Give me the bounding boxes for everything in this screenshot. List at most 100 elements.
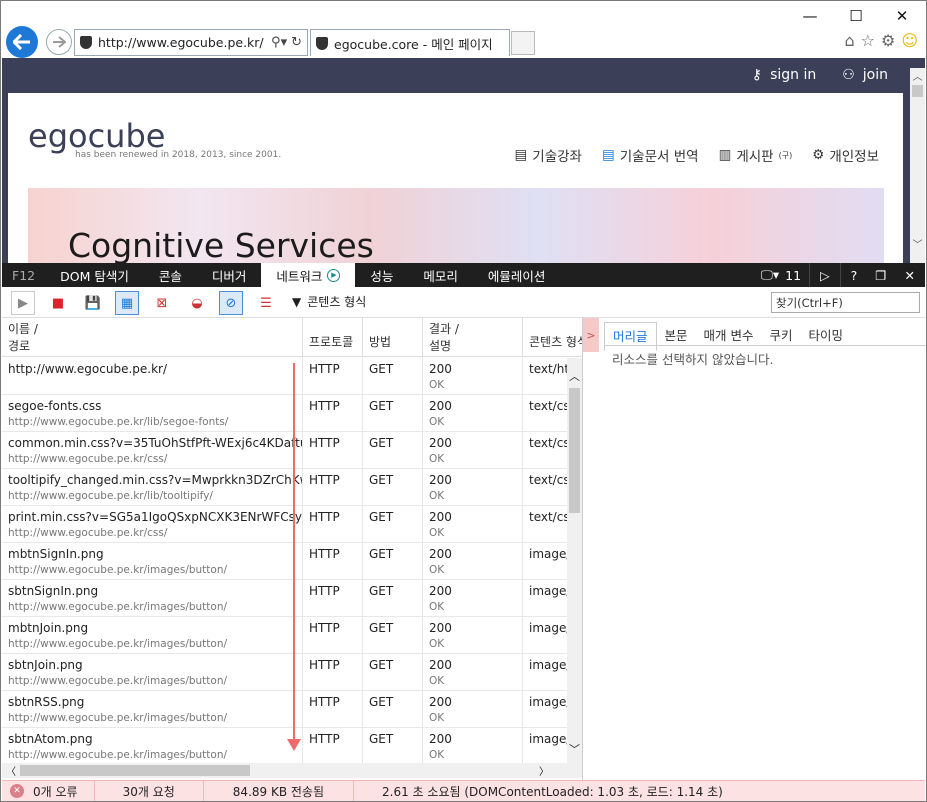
cell-result[interactable]: 200 OK xyxy=(423,654,523,691)
cell-protocol[interactable]: HTTP xyxy=(303,543,363,580)
cell-method[interactable]: GET xyxy=(363,728,423,763)
tab-timings[interactable]: 타이밍 xyxy=(801,322,852,351)
cell-method[interactable]: GET xyxy=(363,691,423,728)
tab-body[interactable]: 본문 xyxy=(657,322,696,351)
cell-result[interactable]: 200 OK xyxy=(423,358,523,395)
column-result[interactable]: 결과 / 설명 xyxy=(423,318,523,357)
console-toggle-button[interactable]: ▷ xyxy=(809,263,840,287)
smiley-feedback-icon[interactable]: ☺ xyxy=(901,31,918,50)
cell-protocol[interactable]: HTTP xyxy=(303,580,363,617)
table-row[interactable]: sbtnAtom.png http://www.egocube.pe.kr/ima… xyxy=(2,728,570,763)
join-link[interactable]: ⚇ join xyxy=(842,67,888,83)
cell-protocol[interactable]: HTTP xyxy=(303,469,363,506)
column-name[interactable]: 이름 / 경로 xyxy=(2,318,303,357)
cell-method[interactable]: GET xyxy=(363,469,423,506)
cell-protocol[interactable]: HTTP xyxy=(303,728,363,763)
cell-protocol[interactable]: HTTP xyxy=(303,358,363,395)
cell-name[interactable]: tooltipify_changed.min.css?v=Mwprkkn3DZr… xyxy=(2,469,303,506)
cell-result[interactable]: 200 OK xyxy=(423,617,523,654)
close-devtools-button[interactable]: ✕ xyxy=(895,263,925,287)
undock-button[interactable]: ❐ xyxy=(867,263,894,287)
target-selector[interactable]: 🖵▾ 11 xyxy=(753,263,809,287)
start-profiling-button[interactable]: ▶ xyxy=(11,291,35,315)
scroll-down-icon[interactable]: ﹀ xyxy=(910,236,925,251)
collapse-pane-button[interactable]: > xyxy=(583,318,599,352)
forward-button[interactable] xyxy=(46,29,72,55)
export-button[interactable]: 💾 xyxy=(81,291,105,315)
scroll-up-icon[interactable]: ︿ xyxy=(910,68,925,83)
back-button[interactable] xyxy=(6,26,38,58)
table-row[interactable]: segoe-fonts.css http://www.egocube.pe.kr/… xyxy=(2,395,576,432)
table-row[interactable]: mbtnJoin.png http://www.egocube.pe.kr/ima… xyxy=(2,617,570,654)
gear-icon[interactable]: ⚙ xyxy=(881,31,895,50)
always-refresh-button[interactable]: ▦ xyxy=(115,291,139,315)
cell-method[interactable]: GET xyxy=(363,617,423,654)
cell-name[interactable]: sbtnAtom.png http://www.egocube.pe.kr/ima… xyxy=(2,728,303,763)
cell-name[interactable]: print.min.css?v=SG5a1IgoQSxpNCXK3ENrWFCs… xyxy=(2,506,303,543)
tab-console[interactable]: 콘솔 xyxy=(144,263,197,287)
horizontal-scroll-thumb[interactable] xyxy=(20,765,250,776)
cell-result[interactable]: 200 OK xyxy=(423,543,523,580)
clear-entries-on-navigate-button[interactable]: ⊘ xyxy=(219,291,243,315)
cell-method[interactable]: GET xyxy=(363,654,423,691)
tab-network[interactable]: 네트워크 ▶ xyxy=(261,263,356,287)
tab-performance[interactable]: 성능 xyxy=(355,263,408,287)
tab-memory[interactable]: 메모리 xyxy=(408,263,473,287)
refresh-icon[interactable]: ↻ xyxy=(291,35,302,50)
cell-method[interactable]: GET xyxy=(363,543,423,580)
table-row[interactable]: mbtnSignIn.png http://www.egocube.pe.kr/i… xyxy=(2,543,570,580)
tab-parameters[interactable]: 매개 변수 xyxy=(696,322,762,351)
cell-method[interactable]: GET xyxy=(363,395,423,432)
help-button[interactable]: ? xyxy=(839,263,868,287)
cell-result[interactable]: 200 OK xyxy=(423,728,523,763)
table-row[interactable]: print.min.css?v=SG5a1IgoQSxpNCXK3ENrWFCs… xyxy=(2,506,576,543)
cell-protocol[interactable]: HTTP xyxy=(303,691,363,728)
page-scrollbar[interactable]: ︿ ﹀ xyxy=(910,68,925,263)
cell-result[interactable]: 200 OK xyxy=(423,432,523,469)
scroll-down-icon[interactable]: ﹀ xyxy=(567,741,582,757)
cell-result[interactable]: 200 OK xyxy=(423,395,523,432)
url-text[interactable]: http://www.egocube.pe.kr/ xyxy=(98,35,271,50)
cell-name[interactable]: common.min.css?v=35TuOhStfPft-WExj6c4KDa… xyxy=(2,432,303,469)
table-row[interactable]: tooltipify_changed.min.css?v=Mwprkkn3DZr… xyxy=(2,469,576,506)
clear-session-button[interactable]: ☰ xyxy=(254,291,278,315)
cell-name[interactable]: mbtnSignIn.png http://www.egocube.pe.kr/i… xyxy=(2,543,303,580)
clear-cookies-button[interactable]: ◒ xyxy=(185,291,209,315)
cell-protocol[interactable]: HTTP xyxy=(303,432,363,469)
table-row[interactable]: sbtnRSS.png http://www.egocube.pe.kr/imag… xyxy=(2,691,570,728)
cell-method[interactable]: GET xyxy=(363,580,423,617)
cell-name[interactable]: mbtnJoin.png http://www.egocube.pe.kr/ima… xyxy=(2,617,303,654)
scroll-right-icon[interactable]: 〉 xyxy=(539,763,549,778)
find-input[interactable]: 찾기(Ctrl+F) xyxy=(771,292,920,313)
column-method[interactable]: 방법 xyxy=(363,318,423,357)
table-row[interactable]: http://www.egocube.pe.kr/HTTP GET 200 OK tex… xyxy=(2,358,582,395)
nav-item-tutorials[interactable]: ▤ 기술강좌 xyxy=(515,145,582,165)
home-icon[interactable]: ⌂ xyxy=(844,31,854,50)
column-content-type[interactable]: 콘텐츠 형식 xyxy=(523,318,582,357)
cell-protocol[interactable]: HTTP xyxy=(303,654,363,691)
browser-tab[interactable]: egocube.core - 메인 페이지 xyxy=(310,29,510,56)
grid-horizontal-scrollbar[interactable]: 〈 〉 xyxy=(2,763,582,778)
clear-cache-button[interactable]: ⊠ xyxy=(150,291,174,315)
new-tab-button[interactable] xyxy=(511,31,535,55)
signin-link[interactable]: ⚷ sign in xyxy=(752,67,816,83)
cell-result[interactable]: 200 OK xyxy=(423,506,523,543)
tab-dom-explorer[interactable]: DOM 탐색기 xyxy=(45,263,144,287)
page-scroll-thumb[interactable] xyxy=(912,85,923,97)
cell-name[interactable]: sbtnRSS.png http://www.egocube.pe.kr/imag… xyxy=(2,691,303,728)
cell-protocol[interactable]: HTTP xyxy=(303,395,363,432)
table-row[interactable]: sbtnJoin.png http://www.egocube.pe.kr/ima… xyxy=(2,654,570,691)
cell-method[interactable]: GET xyxy=(363,506,423,543)
cell-protocol[interactable]: HTTP xyxy=(303,506,363,543)
tab-headers[interactable]: 머리글 xyxy=(604,322,657,351)
cell-result[interactable]: 200 OK xyxy=(423,469,523,506)
tab-debugger[interactable]: 디버거 xyxy=(197,263,262,287)
cell-protocol[interactable]: HTTP xyxy=(303,617,363,654)
cell-name[interactable]: segoe-fonts.css http://www.egocube.pe.kr/… xyxy=(2,395,303,432)
tab-emulation[interactable]: 에뮬레이션 xyxy=(473,263,561,287)
table-row[interactable]: sbtnSignIn.png http://www.egocube.pe.kr/i… xyxy=(2,580,570,617)
content-type-filter[interactable]: ▼ 콘텐츠 형식 xyxy=(292,293,366,310)
nav-item-translations[interactable]: ▤ 기술문서 번역 xyxy=(602,145,699,165)
grid-scroll-thumb[interactable] xyxy=(569,388,580,513)
column-protocol[interactable]: 프로토콜 xyxy=(303,318,363,357)
